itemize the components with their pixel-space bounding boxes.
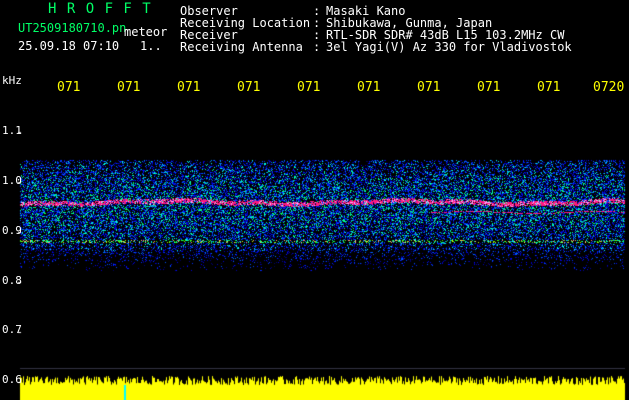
y-tick-label: 0.7 — [2, 323, 22, 336]
field-label-antenna: Receiving Antenna — [180, 40, 303, 54]
x-tick-label: 0720 — [593, 81, 625, 94]
app-title: H R O F F T — [48, 1, 152, 17]
x-tick-label: 071 — [477, 81, 501, 94]
y-tick-label: 0.9 — [2, 224, 22, 237]
field-sep-antenna: : — [313, 40, 321, 54]
mode-label: meteor — [124, 25, 168, 39]
datetime-label: 25.09.18 07:10 — [18, 39, 120, 53]
x-tick-label: 071 — [417, 81, 441, 94]
x-tick-label: 071 — [297, 81, 321, 94]
x-tick-label: 071 — [357, 81, 381, 94]
y-tick-label: 1.0 — [2, 174, 22, 187]
page-indicator: 1.. — [140, 39, 162, 53]
spectrogram-canvas — [0, 0, 629, 400]
y-tick-label: 0.8 — [2, 274, 22, 287]
y-tick-label: 1.1 — [2, 124, 22, 137]
y-axis-unit: kHz — [2, 74, 22, 87]
x-tick-label: 071 — [177, 81, 201, 94]
x-tick-label: 071 — [57, 81, 81, 94]
filename-label: UT2509180710.pn — [18, 21, 127, 35]
x-tick-label: 071 — [237, 81, 261, 94]
x-tick-label: 071 — [117, 81, 141, 94]
field-value-antenna: 3el Yagi(V) Az 330 for Vladivostok — [326, 40, 572, 54]
x-tick-label: 071 — [537, 81, 561, 94]
y-tick-label: 0.6 — [2, 373, 22, 386]
